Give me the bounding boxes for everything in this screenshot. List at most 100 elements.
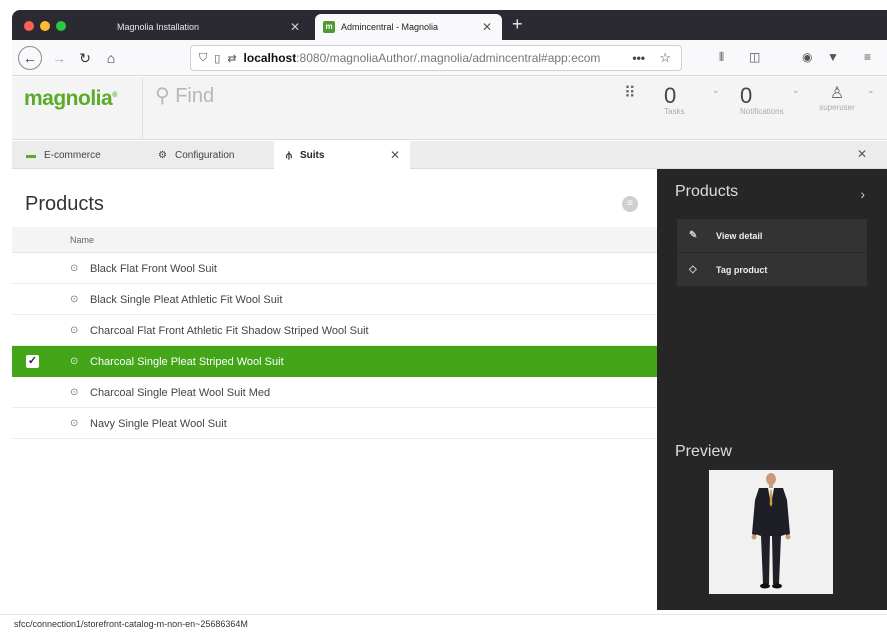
action-label: View detail [716,230,763,241]
logo-text: magnolia [24,87,113,110]
table-header: Name [12,227,657,253]
product-name: Charcoal Single Pleat Wool Suit Med [90,387,271,399]
close-icon[interactable]: ✕ [290,20,300,34]
products-workbench: Products ≡ Name ⊙ Black Flat Front Wool … [12,169,657,610]
magnolia-header: magnolia® ⚲ Find ⠿ 0 Tasks ⌄ 0 Notificat… [12,77,887,140]
browser-tab-strip: Magnolia Installation ✕ m Admincentral -… [12,10,887,40]
header-divider [142,77,143,140]
pencil-icon: ✎ [689,230,698,241]
reload-icon[interactable]: ↻ [74,47,96,69]
url-host: localhost [243,51,297,65]
browser-tab-title: Magnolia Installation [117,22,200,32]
url-bar[interactable]: ⛉ ▯ ⇄ localhost :8080/magnoliaAuthor/.ma… [190,45,682,71]
product-icon: ⊙ [70,325,79,336]
close-icon[interactable]: ✕ [482,20,492,34]
action-group: ✎ View detail ◇ Tag product [677,219,867,287]
chevron-down-icon: ⌄ [712,85,720,95]
product-name: Navy Single Pleat Wool Suit [90,418,227,430]
page-actions-menu-icon[interactable]: ••• [632,51,645,65]
notifications-label: Notifications [740,107,784,116]
preview-title: Preview [675,443,732,460]
page-title: Products [25,193,104,215]
close-all-tabs-icon[interactable]: ✕ [857,147,867,161]
product-icon: ⊙ [70,294,79,305]
action-bar: Products › ✎ View detail ◇ Tag product P… [657,169,887,610]
product-icon: ⊙ [70,263,79,274]
table-row[interactable]: ⊙ Black Single Pleat Athletic Fit Wool S… [12,284,657,315]
shield-icon[interactable]: ⛉ [199,52,207,65]
product-icon: ⊙ [70,387,79,398]
close-icon[interactable]: ✕ [390,148,400,162]
view-detail-action[interactable]: ✎ View detail [677,219,867,253]
chevron-right-icon[interactable]: › [860,186,865,202]
product-icon: ⊙ [70,418,79,429]
app-tab-label: E-commerce [44,149,101,161]
product-name: Charcoal Single Pleat Striped Wool Suit [90,356,284,368]
user-menu[interactable]: ♙ superuser [812,83,862,112]
actionbar-title: Products [675,183,739,200]
filter-extension-icon[interactable]: ▼ [827,50,839,64]
app-tab-ecommerce[interactable]: ▬ E-commerce [26,141,136,169]
browser-toolbar: ← → ↻ ⌂ ⛉ ▯ ⇄ localhost :8080/magnoliaAu… [12,40,887,76]
hierarchy-icon: ⫛ [286,149,292,161]
list-view-menu-icon[interactable]: ≡ [622,196,638,212]
table-row[interactable]: ⊙ Navy Single Pleat Wool Suit [12,408,657,439]
tag-product-action[interactable]: ◇ Tag product [677,253,867,287]
status-bar: sfcc/connection1/storefront-catalog-m-no… [0,614,887,633]
product-icon: ⊙ [70,356,79,367]
user-icon: ♙ [829,85,845,102]
window-minimize-dot[interactable] [40,21,50,31]
new-tab-plus-icon[interactable]: + [512,14,523,34]
checkbox-checked-icon[interactable]: ✓ [26,355,39,368]
magnolia-favicon-icon: m [323,21,335,33]
chevron-down-icon[interactable]: ⌄ [867,85,875,96]
forward-arrow-icon[interactable]: → [48,47,70,69]
app-tab-bar: ▬ E-commerce ⚙ Configuration ⫛ Suits ✕ ✕ [12,141,887,169]
browser-tab-magnolia-installation[interactable]: Magnolia Installation ✕ [107,14,310,40]
column-header-name[interactable]: Name [70,235,94,245]
status-path: sfcc/connection1/storefront-catalog-m-no… [14,619,248,629]
search-field[interactable]: ⚲ Find [155,83,214,108]
window-close-dot[interactable] [24,21,34,31]
url-path: :8080/magnoliaAuthor/.magnolia/admincent… [296,51,601,65]
browser-tab-title: Admincentral - Magnolia [341,22,439,32]
product-preview-image [709,470,833,594]
table-row[interactable]: ⊙ Charcoal Flat Front Athletic Fit Shado… [12,315,657,346]
app-tab-label: Suits [299,149,325,161]
tasks-label: Tasks [664,107,685,116]
chevron-down-icon: ⌄ [792,85,800,95]
table-row[interactable]: ⊙ Black Flat Front Wool Suit [12,253,657,284]
extension-icon[interactable]: ◉ [802,50,812,64]
user-label: superuser [819,103,855,112]
magnolia-logo[interactable]: magnolia® [24,87,117,111]
table-row[interactable]: ⊙ Charcoal Single Pleat Wool Suit Med [12,377,657,408]
page-info-icon[interactable]: ▯ [214,52,220,65]
cart-icon: ▬ [26,149,36,161]
app-tab-label: Configuration [174,149,235,161]
permissions-icon[interactable]: ⇄ [227,52,236,65]
tasks-counter[interactable]: 0 Tasks ⌄ [664,85,724,117]
app-tab-suits[interactable]: ⫛ Suits ✕ [274,141,410,169]
product-name: Black Flat Front Wool Suit [90,263,217,275]
notifications-counter[interactable]: 0 Notifications ⌄ [740,85,810,117]
app-tab-configuration[interactable]: ⚙ Configuration [158,141,268,169]
product-name: Charcoal Flat Front Athletic Fit Shadow … [90,325,369,337]
browser-tab-admincentral[interactable]: m Admincentral - Magnolia ✕ [315,14,502,40]
search-placeholder: Find [175,85,215,107]
app-launcher-icon[interactable]: ⠿ [624,83,636,103]
action-label: Tag product [716,264,768,275]
product-name: Black Single Pleat Athletic Fit Wool Sui… [90,294,283,306]
gear-icon: ⚙ [158,149,167,161]
window-zoom-dot[interactable] [56,21,66,31]
sidebar-icon[interactable]: ◫ [749,50,760,64]
back-arrow-icon[interactable]: ← [18,46,42,70]
search-icon: ⚲ [155,85,170,107]
library-icon[interactable]: ⫴ [719,50,724,65]
menu-icon[interactable]: ≡ [864,50,871,64]
home-icon[interactable]: ⌂ [100,47,122,69]
suit-model-image [709,470,833,594]
product-table-body: ⊙ Black Flat Front Wool Suit ⊙ Black Sin… [12,253,657,439]
bookmark-star-icon[interactable]: ☆ [659,50,671,66]
table-row-selected[interactable]: ✓ ⊙ Charcoal Single Pleat Striped Wool S… [12,346,657,377]
logo-registered-mark: ® [112,92,117,99]
